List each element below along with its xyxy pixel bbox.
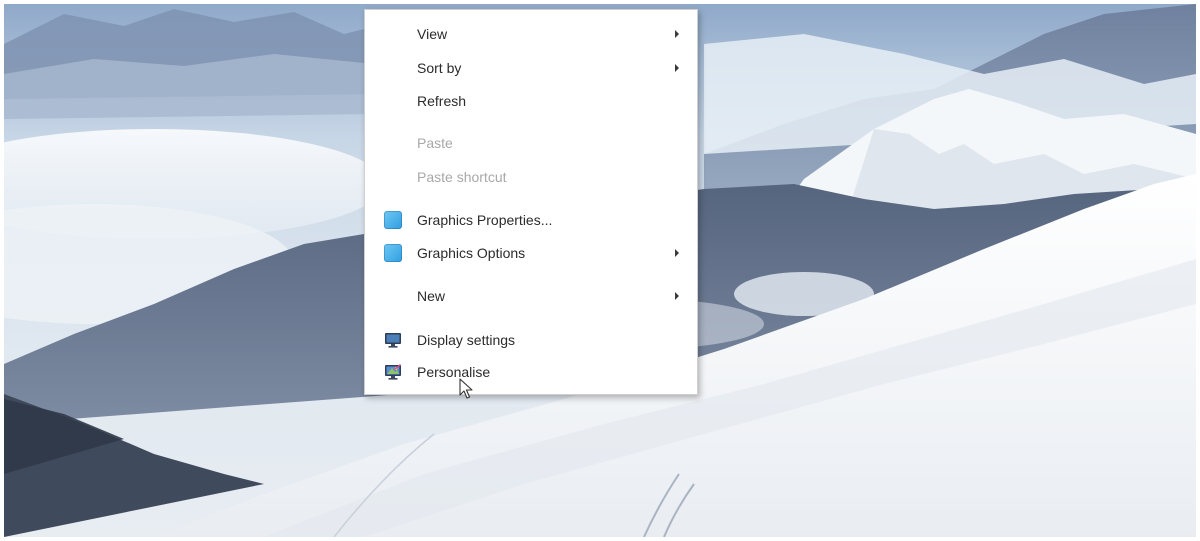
menu-item-graphics-options[interactable]: Graphics Options [365,238,697,268]
menu-item-label: Graphics Options [417,245,526,261]
menu-item-label: New [417,288,446,304]
submenu-arrow-icon [675,249,679,257]
graphics-icon [384,211,402,229]
desktop-screen: View Sort by Refresh Paste Paste shortcu… [0,0,1200,541]
submenu-arrow-icon [675,292,679,300]
menu-item-label: View [417,26,448,42]
menu-item-label: Graphics Properties... [417,212,553,228]
submenu-arrow-icon [675,30,679,38]
menu-item-label: Paste shortcut [417,169,507,185]
menu-item-label: Personalise [417,364,491,380]
display-icon [384,331,402,349]
menu-item-sort-by[interactable]: Sort by [365,53,697,83]
menu-item-graphics-properties[interactable]: Graphics Properties... [365,205,697,235]
menu-item-new[interactable]: New [365,281,697,311]
menu-item-view[interactable]: View [365,19,697,49]
menu-item-label: Display settings [417,332,516,348]
desktop-context-menu: View Sort by Refresh Paste Paste shortcu… [364,9,698,395]
menu-item-paste-shortcut: Paste shortcut [365,162,697,192]
mouse-cursor-icon [459,378,473,400]
menu-item-paste: Paste [365,128,697,158]
menu-item-refresh[interactable]: Refresh [365,86,697,116]
menu-item-label: Paste [417,135,453,151]
graphics-icon [384,244,402,262]
menu-item-display-settings[interactable]: Display settings [365,325,697,355]
menu-item-personalise[interactable]: Personalise [365,357,697,387]
personalise-icon [384,363,402,381]
submenu-arrow-icon [675,64,679,72]
menu-item-label: Refresh [417,93,467,109]
menu-item-label: Sort by [417,60,462,76]
